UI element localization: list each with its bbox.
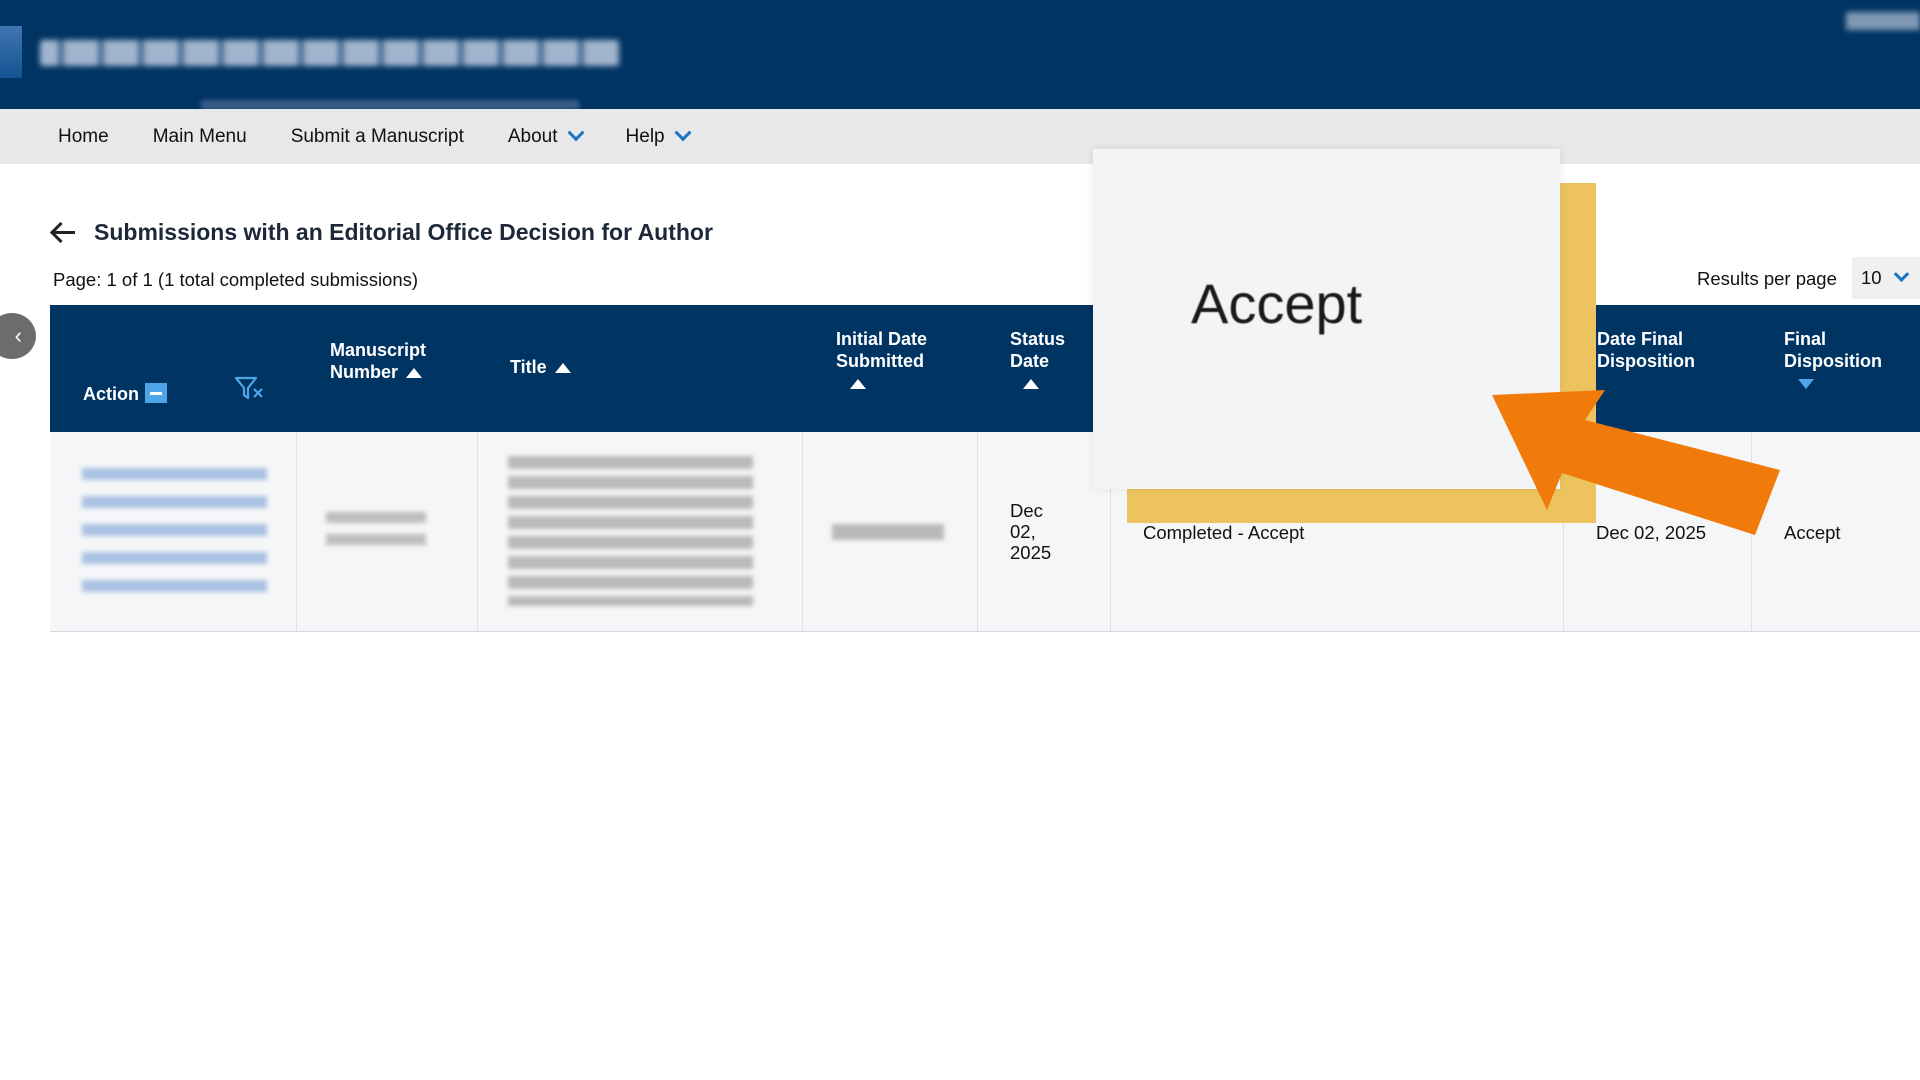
sort-asc-icon: [850, 379, 866, 390]
annotation-arrow-icon: [1492, 390, 1780, 535]
nav-about[interactable]: About: [508, 123, 585, 148]
sort-asc-icon: [1023, 379, 1039, 390]
sort-asc-icon: [554, 363, 571, 374]
chevron-down-icon: [674, 123, 692, 141]
sidebar-toggle-button[interactable]: ‹: [0, 313, 36, 359]
collapse-icon[interactable]: [145, 383, 167, 403]
blurred-user-link: [1846, 12, 1920, 30]
column-header-action[interactable]: Action: [83, 383, 167, 405]
cell-final-disposition: Accept: [1784, 522, 1841, 543]
column-header-title[interactable]: Title: [510, 356, 571, 378]
chevron-down-icon: [567, 123, 585, 141]
blurred-decoration: [200, 100, 580, 109]
chevron-left-icon: ‹: [14, 323, 22, 348]
blurred-title: [508, 456, 753, 606]
back-arrow-icon[interactable]: [50, 218, 78, 246]
page-title: Submissions with an Editorial Office Dec…: [94, 218, 713, 245]
main-nav: Home Main Menu Submit a Manuscript About…: [0, 109, 1920, 164]
cell-status: Completed - Accept: [1143, 522, 1305, 543]
column-header-date-final-disposition[interactable]: Date Final Disposition: [1597, 328, 1717, 372]
sort-desc-icon: [1798, 379, 1814, 389]
results-per-page-select[interactable]: 10: [1852, 257, 1920, 299]
chevron-down-icon: [1893, 265, 1909, 282]
nav-main-menu[interactable]: Main Menu: [153, 126, 247, 148]
sort-asc-icon: [406, 368, 423, 379]
nav-home[interactable]: Home: [58, 126, 109, 148]
blurred-site-title: [40, 40, 620, 66]
blurred-initial-date: [832, 524, 944, 540]
filter-clear-icon[interactable]: [234, 375, 264, 403]
logo: [0, 26, 22, 78]
top-banner: [0, 0, 1920, 109]
column-header-final-disposition[interactable]: Final Disposition: [1784, 328, 1904, 394]
column-header-status-date[interactable]: Status Date: [1010, 328, 1090, 394]
column-header-initial-date-submitted[interactable]: Initial Date Submitted: [836, 328, 956, 394]
nav-help[interactable]: Help: [626, 123, 692, 148]
results-per-page-label: Results per page: [1697, 268, 1837, 289]
cell-status-date: Dec 02, 2025: [1010, 500, 1052, 563]
blurred-manuscript-number: [326, 512, 426, 552]
blurred-action-links[interactable]: [82, 468, 267, 596]
nav-submit-manuscript[interactable]: Submit a Manuscript: [291, 126, 464, 148]
callout-text: Accept: [1191, 272, 1363, 335]
column-header-manuscript-number[interactable]: Manuscript Number: [330, 339, 460, 383]
page-heading: Submissions with an Editorial Office Dec…: [50, 218, 713, 246]
page-info: Page: 1 of 1 (1 total completed submissi…: [53, 269, 419, 290]
